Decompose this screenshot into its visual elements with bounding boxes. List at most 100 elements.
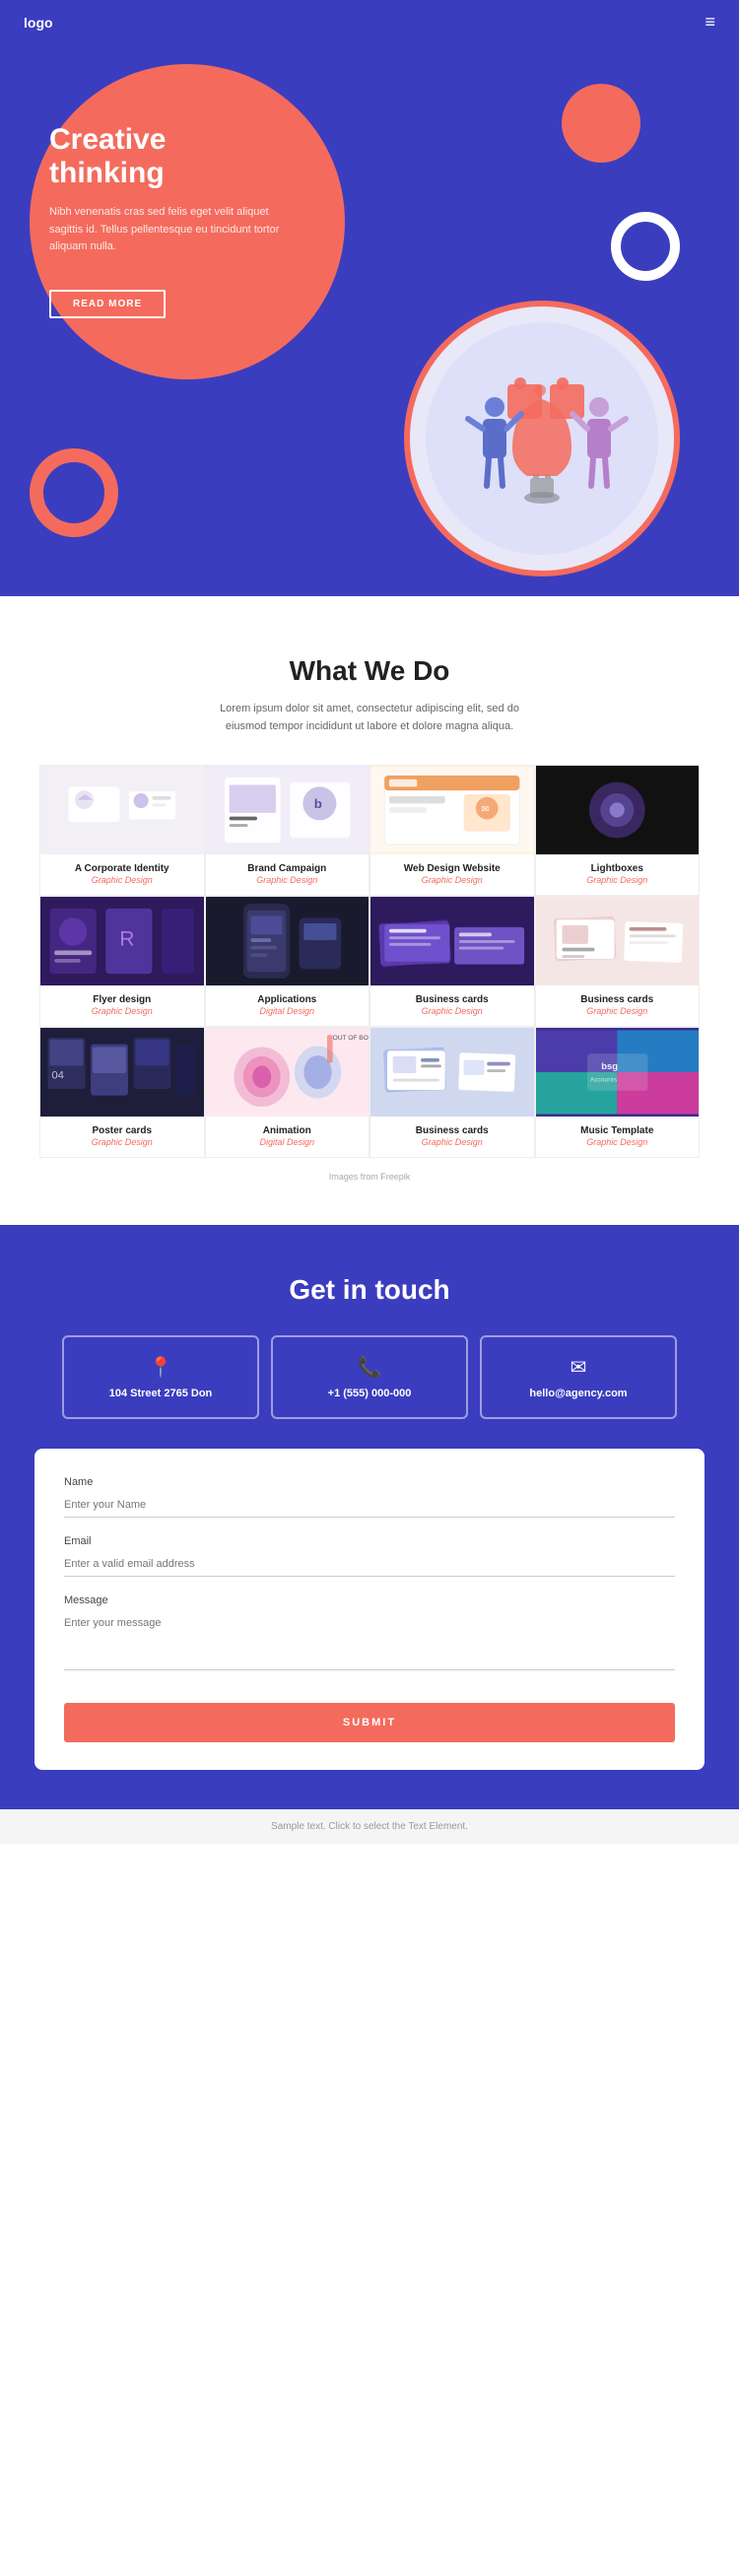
item-title: Business cards [374,993,530,1006]
portfolio-thumb: OUT OF BOX [206,1028,370,1117]
svg-text:04: 04 [51,1070,64,1082]
portfolio-thumb: bsg Accounts [536,1028,700,1117]
name-input[interactable] [64,1493,675,1518]
email-icon: ✉ [502,1355,655,1380]
name-label: Name [64,1476,675,1488]
portfolio-info: Flyer design Graphic Design [40,985,204,1026]
contact-card-phone: 📞 +1 (555) 000-000 [271,1335,468,1419]
phone-text: +1 (555) 000-000 [293,1388,446,1399]
svg-text:b: b [313,796,321,811]
portfolio-item[interactable]: Lightboxes Graphic Design [535,765,701,896]
phone-icon: 📞 [293,1355,446,1380]
what-we-do-section: What We Do Lorem ipsum dolor sit amet, c… [0,596,739,1225]
item-title: Poster cards [44,1124,200,1137]
read-more-button[interactable]: READ MORE [49,290,166,318]
portfolio-thumb [40,766,204,854]
item-sub: Graphic Design [374,1137,530,1147]
item-title: Lightboxes [540,862,696,875]
portfolio-item[interactable]: 04 Poster cards Graphic Design [39,1027,205,1158]
email-label: Email [64,1535,675,1547]
email-form-group: Email [64,1535,675,1577]
portfolio-info: Business cards Graphic Design [370,1117,534,1157]
portfolio-info: Business cards Graphic Design [536,985,700,1026]
portfolio-item[interactable]: ✉ Web Design Website Graphic Design [370,765,535,896]
item-title: Brand Campaign [210,862,366,875]
item-title: Animation [210,1124,366,1137]
portfolio-info: Business cards Graphic Design [370,985,534,1026]
svg-text:Accounts: Accounts [589,1077,617,1084]
portfolio-info: A Corporate Identity Graphic Design [40,854,204,895]
logo: logo [24,15,53,31]
portfolio-item[interactable]: OUT OF BOX Animation Digital Design [205,1027,370,1158]
footer-note: Sample text. Click to select the Text El… [271,1821,468,1832]
svg-text:R: R [119,928,134,951]
portfolio-thumb [536,766,700,854]
item-title: A Corporate Identity [44,862,200,875]
hero-illustration [404,301,680,576]
portfolio-thumb [370,1028,534,1117]
portfolio-item[interactable]: bsg Accounts Music Template Graphic Desi… [535,1027,701,1158]
get-in-touch-title: Get in touch [30,1274,709,1306]
message-textarea[interactable] [64,1611,675,1670]
contact-card-email: ✉ hello@agency.com [480,1335,677,1419]
hero-ring-top [611,212,680,281]
portfolio-info: Applications Digital Design [206,985,370,1026]
portfolio-item[interactable]: Business cards Graphic Design [370,896,535,1027]
name-form-group: Name [64,1476,675,1518]
hamburger-icon[interactable]: ≡ [705,12,715,33]
contact-cards: 📍 104 Street 2765 Don 📞 +1 (555) 000-000… [30,1335,709,1419]
portfolio-item[interactable]: A Corporate Identity Graphic Design [39,765,205,896]
portfolio-thumb [206,897,370,985]
portfolio-thumb: ✉ [370,766,534,854]
hero-content: Creative thinking Nibh venenatis cras se… [0,44,335,358]
item-sub: Digital Design [210,1137,366,1147]
item-sub: Graphic Design [540,1006,696,1016]
portfolio-item[interactable]: Business cards Graphic Design [370,1027,535,1158]
portfolio-item[interactable]: R Flyer design Graphic Design [39,896,205,1027]
item-sub: Graphic Design [374,875,530,885]
portfolio-item[interactable]: Business cards Graphic Design [535,896,701,1027]
item-title: Flyer design [44,993,200,1006]
hero-ring-bottom [30,448,118,537]
item-sub: Graphic Design [44,1006,200,1016]
images-from-bottom: Images from Freepik [30,1158,709,1195]
portfolio-info: Web Design Website Graphic Design [370,854,534,895]
contact-card-address: 📍 104 Street 2765 Don [62,1335,259,1419]
address-text: 104 Street 2765 Don [84,1388,237,1399]
portfolio-item[interactable]: b Brand Campaign Graphic Design [205,765,370,896]
item-title: Web Design Website [374,862,530,875]
hero-images-credit: Images from Freepik [49,264,286,274]
message-form-group: Message [64,1594,675,1675]
submit-button[interactable]: SUBMIT [64,1703,675,1742]
item-sub: Digital Design [210,1006,366,1016]
item-sub: Graphic Design [540,875,696,885]
message-label: Message [64,1594,675,1606]
portfolio-thumb: R [40,897,204,985]
item-title: Music Template [540,1124,696,1137]
portfolio-info: Lightboxes Graphic Design [536,854,700,895]
portfolio-info: Animation Digital Design [206,1117,370,1157]
portfolio-info: Music Template Graphic Design [536,1117,700,1157]
item-title: Business cards [374,1124,530,1137]
portfolio-thumb [370,897,534,985]
location-icon: 📍 [84,1355,237,1380]
portfolio-item[interactable]: Applications Digital Design [205,896,370,1027]
footer: Sample text. Click to select the Text El… [0,1809,739,1844]
item-sub: Graphic Design [374,1006,530,1016]
item-sub: Graphic Design [44,1137,200,1147]
email-text: hello@agency.com [502,1388,655,1399]
portfolio-thumb [536,897,700,985]
what-we-do-subtitle: Lorem ipsum dolor sit amet, consectetur … [212,701,527,735]
what-we-do-title: What We Do [30,655,709,687]
portfolio-thumb: b [206,766,370,854]
portfolio-info: Brand Campaign Graphic Design [206,854,370,895]
item-title: Applications [210,993,366,1006]
svg-text:✉: ✉ [482,804,490,815]
email-input[interactable] [64,1552,675,1577]
hero-section: Creative thinking Nibh venenatis cras se… [0,44,739,596]
hero-small-circle [562,84,640,163]
navbar: logo ≡ [0,0,739,44]
contact-form: Name Email Message SUBMIT [34,1449,705,1770]
item-title: Business cards [540,993,696,1006]
get-in-touch-section: Get in touch 📍 104 Street 2765 Don 📞 +1 … [0,1225,739,1809]
